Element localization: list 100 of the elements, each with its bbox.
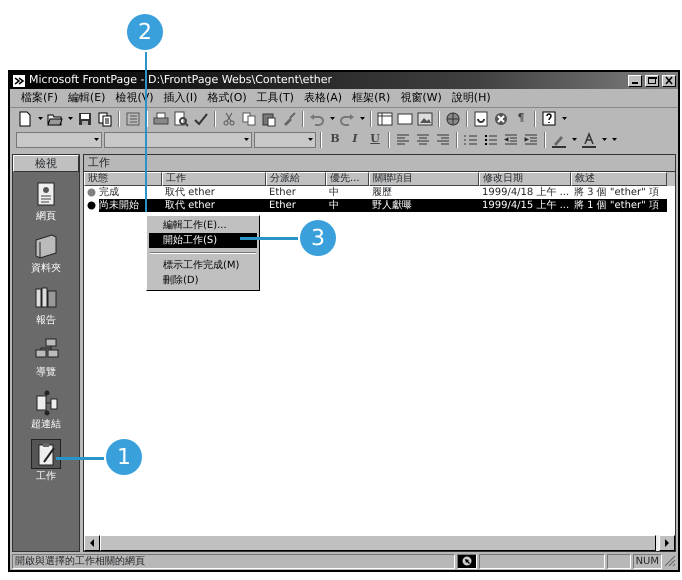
caret-icon <box>562 117 566 120</box>
menu-item[interactable]: 檔案(F) <box>16 90 63 106</box>
align-left-icon <box>395 132 411 148</box>
column-header[interactable]: 工作 <box>162 172 266 186</box>
scrollbar-thumb[interactable] <box>100 535 656 551</box>
scroll-left-button[interactable] <box>84 535 100 551</box>
sidebar-item[interactable]: 報告 <box>28 282 64 328</box>
table-cell: 中 <box>326 199 369 212</box>
column-header[interactable]: 修改日期 <box>479 172 571 186</box>
table-cell-text: 履歷 <box>371 186 392 199</box>
column-header[interactable]: 狀態 <box>84 172 162 186</box>
image-button[interactable] <box>416 110 434 128</box>
copy-button[interactable] <box>240 110 258 128</box>
menu-item[interactable]: 視窗(W) <box>395 90 447 106</box>
caret-icon <box>38 117 42 120</box>
italic-button[interactable]: I <box>346 130 364 148</box>
table-button[interactable] <box>376 110 394 128</box>
table-cell-text: 取代 ether <box>164 186 216 199</box>
leader-line <box>240 237 298 240</box>
menu-item[interactable]: 工具(T) <box>252 90 299 106</box>
maximize-icon <box>647 76 657 85</box>
indent-icon <box>523 132 539 148</box>
resize-grip-icon[interactable] <box>664 555 676 567</box>
caret-icon <box>308 138 313 141</box>
callout-number: 2 <box>125 12 165 52</box>
globe-icon <box>445 110 461 126</box>
copy-icon <box>241 110 257 126</box>
list-icon <box>125 110 141 126</box>
help-button[interactable] <box>540 110 558 128</box>
maximize-button[interactable] <box>645 74 659 86</box>
table-cell: 將 1 個 "ether" 項 <box>571 199 667 212</box>
app-icon <box>12 74 26 88</box>
table-cell: 1999/4/15 上午 ... <box>479 199 571 212</box>
scroll-right-button[interactable] <box>659 535 675 551</box>
font-color-icon <box>581 132 597 148</box>
menu-item[interactable]: 開始工作(S) <box>149 233 257 248</box>
column-header[interactable]: 優先... <box>326 172 369 186</box>
panel-title: 工作 <box>84 155 675 172</box>
menu-item[interactable]: 編輯工作(E)... <box>149 218 257 233</box>
table-cell: 野人獻曝 <box>369 199 479 212</box>
underline-button[interactable]: U <box>366 130 384 148</box>
caret-icon <box>68 117 72 120</box>
menu-item[interactable]: 框架(R) <box>347 90 396 106</box>
align-center-icon <box>415 132 431 148</box>
caret-icon <box>94 138 99 141</box>
printer-button[interactable] <box>152 110 170 128</box>
status-text: 開啟與選擇的工作相關的網頁 <box>12 554 455 568</box>
printer-icon <box>153 110 169 126</box>
table-cell-text: 將 3 個 "ether" 項 <box>573 186 660 199</box>
menu-item[interactable]: 插入(I) <box>158 90 202 106</box>
save-icon <box>77 110 93 126</box>
status-mode: NUM <box>632 554 662 568</box>
bold-button[interactable]: B <box>326 130 344 148</box>
column-header[interactable]: 敘述 <box>571 172 667 186</box>
table-cell[interactable]: 尚未開始 <box>99 199 162 212</box>
menu-item[interactable]: 格式(O) <box>202 90 252 106</box>
help-icon <box>541 110 557 126</box>
pages-icon <box>97 110 113 126</box>
align-right-icon <box>435 132 451 148</box>
menu-item[interactable]: 刪除(D) <box>149 273 257 288</box>
frame-icon <box>397 110 413 126</box>
table-icon <box>377 110 393 126</box>
menu-item[interactable]: 表格(A) <box>298 90 348 106</box>
preview-icon <box>173 110 189 126</box>
pages-button[interactable] <box>96 110 114 128</box>
pilcrow-button[interactable]: ¶ <box>512 110 530 128</box>
table-cell[interactable]: 完成 <box>99 186 162 199</box>
spell-check-icon <box>193 110 209 126</box>
outdent-icon <box>503 132 519 148</box>
font-color-button[interactable] <box>580 130 598 148</box>
sidebar-header[interactable]: 檢視 <box>13 155 79 172</box>
caret-icon <box>244 138 249 141</box>
sidebar-item[interactable]: 超連結 <box>28 386 64 432</box>
menu-item[interactable]: 標示工作完成(M) <box>149 258 257 273</box>
new-page-icon <box>17 110 33 126</box>
caret-icon <box>572 138 576 141</box>
close-button[interactable] <box>662 74 676 86</box>
sidebar-item[interactable]: 導覽 <box>28 334 64 380</box>
table-cell: 取代 ether <box>162 199 266 212</box>
caret-icon <box>360 117 364 120</box>
list-button[interactable] <box>124 110 142 128</box>
globe-button[interactable] <box>444 110 462 128</box>
window-title: Microsoft FrontPage - D:\FrontPage Webs\Content\ether <box>29 72 332 88</box>
stop-icon <box>493 110 509 126</box>
preview-button[interactable] <box>172 110 190 128</box>
menu-item[interactable]: 編輯(E) <box>62 90 110 106</box>
leader-line <box>56 457 104 460</box>
column-header[interactable]: 關聯項目 <box>369 172 479 186</box>
menu-item[interactable]: 說明(H) <box>446 90 496 106</box>
scissors-icon <box>221 110 237 126</box>
sidebar-item[interactable]: 網頁 <box>28 178 64 224</box>
close-icon <box>664 76 674 85</box>
sidebar-item[interactable]: 資料夾 <box>28 230 64 276</box>
table-cell: Ether <box>266 199 326 212</box>
table-cell-text: 中 <box>328 186 340 199</box>
minimize-button[interactable] <box>628 74 642 86</box>
table-cell-text: 1999/4/18 上午 ... <box>481 186 570 199</box>
left-arrow-icon <box>89 539 95 547</box>
column-header[interactable]: 分派給 <box>266 172 326 186</box>
caret-icon <box>330 117 334 120</box>
